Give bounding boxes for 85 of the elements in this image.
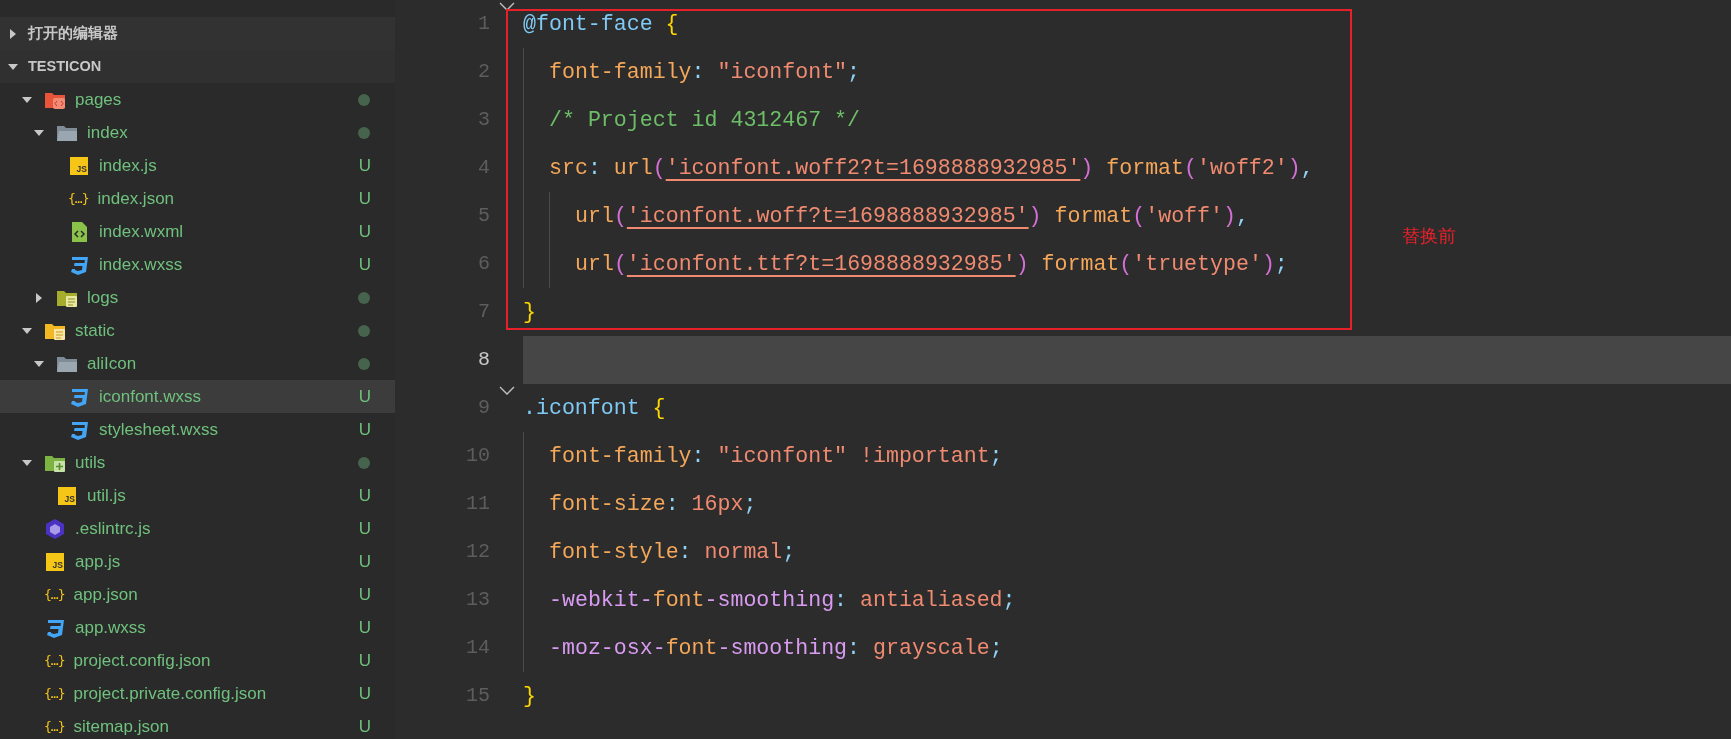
file-tree-item[interactable]: JS util.js U [0, 479, 395, 512]
code-line: } [523, 682, 536, 710]
file-name: project.config.json [73, 649, 212, 672]
file-name: index.wxss [99, 253, 184, 276]
git-status-label: U [358, 649, 371, 672]
annotation-label: 替换前 [1402, 224, 1456, 248]
file-name: aliIcon [87, 352, 138, 375]
file-tree-item[interactable]: utils [0, 446, 395, 479]
file-tree-item[interactable]: {…} project.config.json U [0, 644, 395, 677]
braces-icon: {…} [68, 188, 89, 209]
file-tree-item[interactable]: index [0, 116, 395, 149]
file-tree-item[interactable]: index.wxml U [0, 215, 395, 248]
javascript-file-icon: JS [46, 552, 64, 571]
section-header[interactable]: TESTICON [0, 50, 395, 83]
code-line: } [523, 298, 536, 326]
code-line: -webkit-font-smoothing: antialiased; [549, 586, 1016, 614]
section-title[interactable]: 打开的编辑器 [28, 22, 118, 45]
section-header[interactable]: 打开的编辑器 [0, 17, 395, 50]
braces-icon: {…} [44, 716, 65, 737]
chevron-down-icon[interactable] [498, 386, 515, 396]
braces-icon: {…} [44, 683, 65, 704]
git-status-label: U [358, 187, 371, 210]
file-name: utils [75, 451, 107, 474]
braces-icon: {…} [44, 650, 65, 671]
javascript-file-icon: JS [70, 156, 88, 175]
git-status-label: U [358, 550, 371, 573]
file-tree-item[interactable]: iconfont.wxss U [0, 380, 395, 413]
file-name: index.wxml [99, 220, 185, 243]
code-line: /* Project id 4312467 */ [549, 106, 860, 134]
file-tree-item[interactable]: .eslintrc.js U [0, 512, 395, 545]
git-status-label: U [358, 517, 371, 540]
code-line: .iconfont { [523, 394, 666, 422]
file-tree-item[interactable]: JS index.js U [0, 149, 395, 182]
file-tree-item[interactable]: {…} app.json U [0, 578, 395, 611]
git-status-label: U [358, 253, 371, 276]
hexagon-icon [44, 517, 66, 540]
file-name: index [87, 121, 129, 144]
file-name: static [75, 319, 116, 342]
code-line: url('iconfont.woff?t=1698888932985') format('woff'), [575, 202, 1249, 230]
file-name: app.json [73, 583, 139, 606]
chevron-down-icon[interactable] [498, 2, 515, 12]
code-line: font-size: 16px; [549, 490, 757, 518]
file-name: pages [75, 88, 123, 111]
file-name: project.private.config.json [73, 682, 268, 705]
file-name: logs [87, 286, 120, 309]
file-name: index.js [99, 154, 158, 177]
file-name: stylesheet.wxss [99, 418, 220, 441]
git-status-label: U [358, 484, 371, 507]
file-name: iconfont.wxss [99, 385, 203, 408]
file-tree-item[interactable]: index.wxss U [0, 248, 395, 281]
file-tree-item[interactable]: pages [0, 83, 395, 116]
git-status-label: U [358, 682, 371, 705]
file-name: util.js [87, 484, 127, 507]
code-line: font-family: "iconfont" !important; [549, 442, 1003, 470]
javascript-file-icon: JS [58, 486, 76, 505]
git-status-label: U [358, 616, 371, 639]
section-title[interactable]: TESTICON [28, 55, 102, 78]
git-status-label: U [358, 385, 371, 408]
git-status-label: U [358, 220, 371, 243]
file-name: app.wxss [75, 616, 147, 639]
git-status-label: U [358, 715, 371, 738]
file-tree-item[interactable]: {…} sitemap.json U [0, 710, 395, 739]
braces-icon: {…} [44, 584, 65, 605]
file-tree-item[interactable]: app.wxss U [0, 611, 395, 644]
code-line: @font-face { [523, 10, 679, 38]
file-tree-item[interactable]: {…} project.private.config.json U [0, 677, 395, 710]
file-name: .eslintrc.js [75, 517, 152, 540]
file-tree-item[interactable]: JS app.js U [0, 545, 395, 578]
git-status-label: U [358, 583, 371, 606]
line-number: 8 [477, 347, 490, 373]
file-tree-item[interactable]: stylesheet.wxss U [0, 413, 395, 446]
git-status-label: U [358, 418, 371, 441]
file-tree-item[interactable]: static [0, 314, 395, 347]
code-line: src: url('iconfont.woff2?t=1698888932985') format('woff2'), [549, 154, 1314, 182]
code-line: url('iconfont.ttf?t=1698888932985') format('truetype'); [575, 250, 1288, 278]
code-line: font-style: normal; [549, 538, 796, 566]
file-name: index.json [97, 187, 176, 210]
code-line: font-family: "iconfont"; [549, 58, 861, 86]
file-tree-item[interactable]: logs [0, 281, 395, 314]
file-tree-item[interactable]: aliIcon [0, 347, 395, 380]
git-status-label: U [358, 154, 371, 177]
file-tree-item[interactable]: {…} index.json U [0, 182, 395, 215]
code-line: -moz-osx-font-smoothing: grayscale; [549, 634, 1003, 662]
file-name: app.js [75, 550, 122, 573]
file-name: sitemap.json [73, 715, 170, 738]
